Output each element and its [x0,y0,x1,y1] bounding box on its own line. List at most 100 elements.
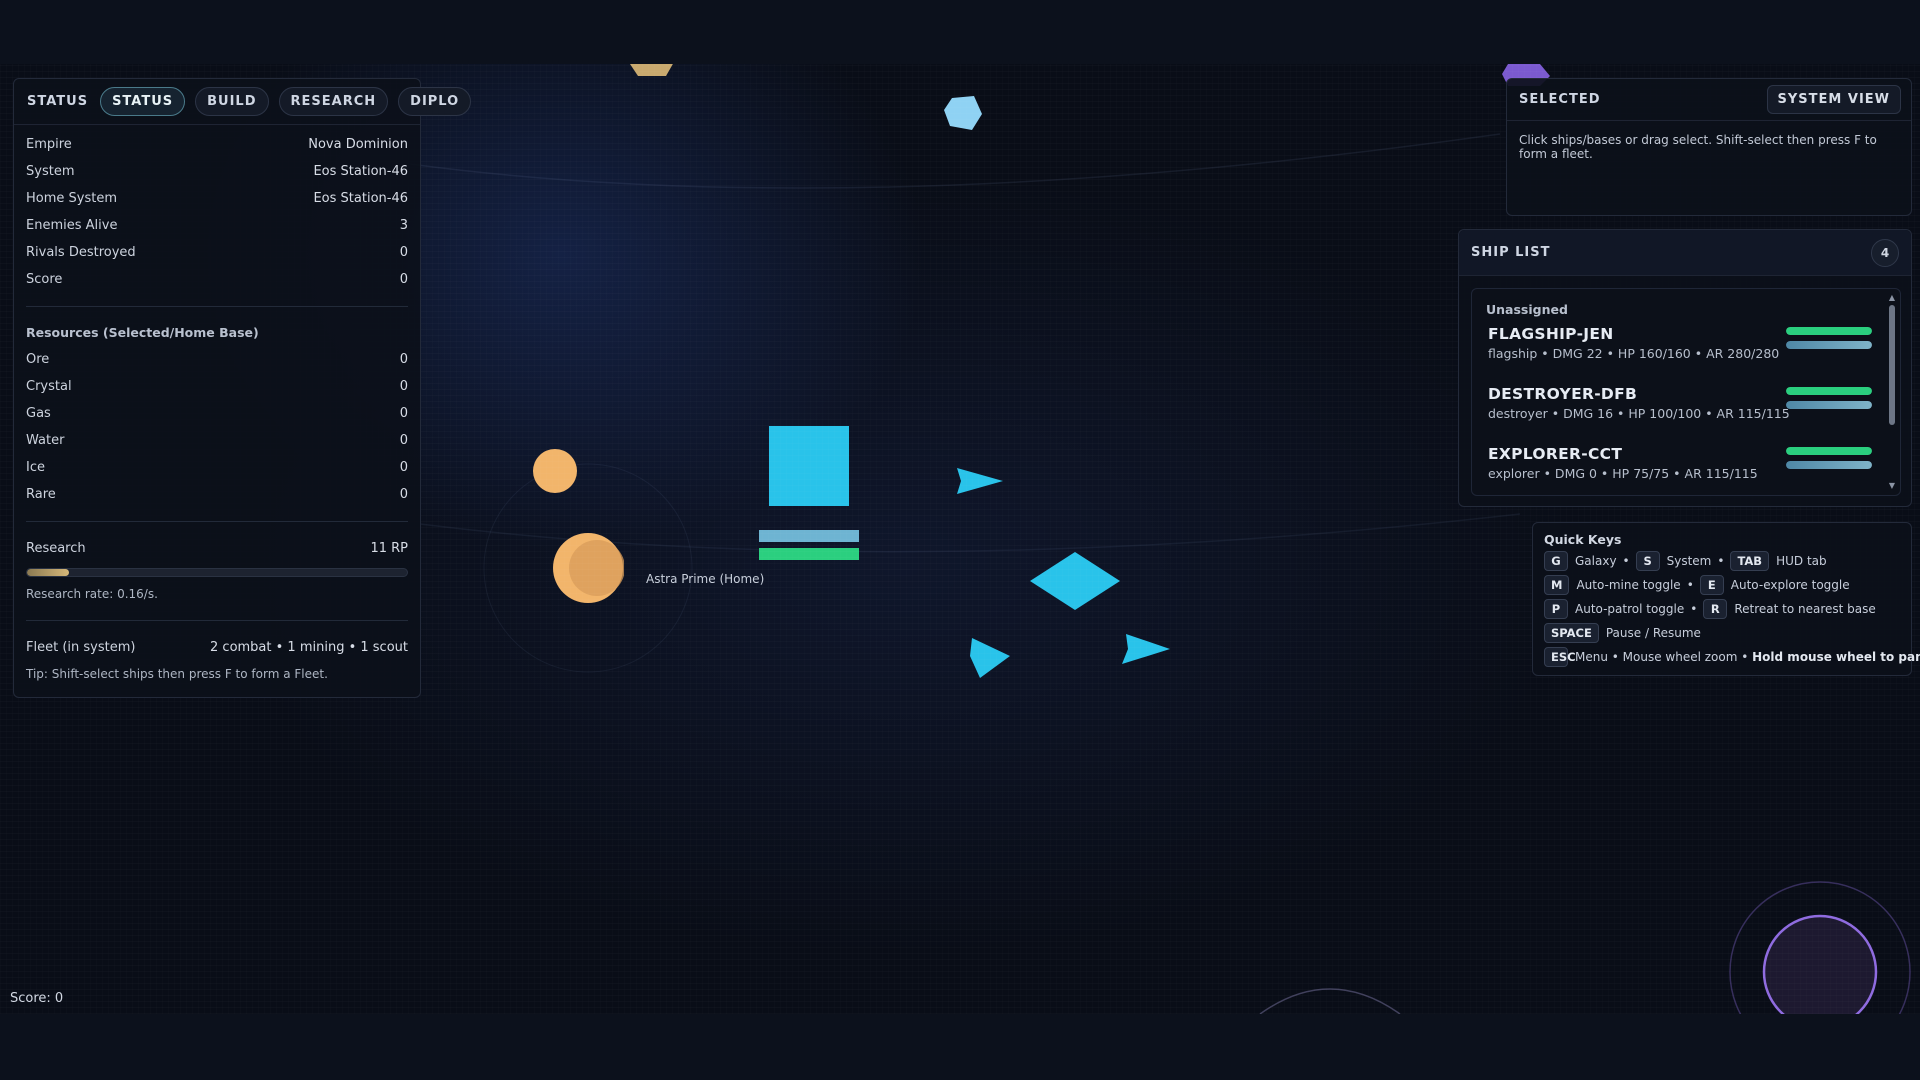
key-s: S [1635,551,1660,571]
ship-group-label: Unassigned [1486,302,1568,317]
ship-list-item[interactable]: EXPLORER-CCT explorer • DMG 0 • HP 75/75… [1472,443,1900,503]
key-desc: Auto-patrol toggle [1575,602,1685,616]
resource-row-ice: Ice 0 [14,454,420,481]
tab-research[interactable]: RESEARCH [278,87,389,116]
key-space: SPACE [1544,623,1599,643]
stat-value: 0 [399,272,408,287]
fleet-value: 2 combat • 1 mining • 1 scout [210,640,408,655]
stat-value: Eos Station-46 [313,191,408,206]
key-desc: HUD tab [1776,554,1827,568]
home-base-station[interactable] [768,425,850,511]
resource-label: Gas [26,406,51,421]
divider [26,620,408,621]
tab-build[interactable]: BUILD [195,87,269,116]
resource-value: 0 [399,487,408,502]
stat-value: Eos Station-46 [313,164,408,179]
ship-scout-arrow[interactable] [957,468,1003,498]
ship-armor-fill [1786,341,1872,349]
selected-title: SELECTED [1519,92,1601,107]
asteroid-gold[interactable] [630,64,674,84]
research-progress-bar [26,568,408,577]
resources-title: Resources (Selected/Home Base) [26,325,259,340]
ship-list-body[interactable]: Unassigned FLAGSHIP-JEN flagship • DMG 2… [1471,288,1901,496]
ship-list-item[interactable]: DESTROYER-DFB destroyer • DMG 16 • HP 10… [1472,383,1900,443]
key-esc: ESC [1544,647,1576,667]
resource-label: Water [26,433,65,448]
planet-label: Astra Prime (Home) [646,572,765,586]
status-panel: STATUS STATUS BUILD RESEARCH DIPLO Empir… [13,78,472,698]
tab-diplo[interactable]: DIPLO [398,87,472,116]
system-view-button[interactable]: SYSTEM VIEW [1766,85,1901,114]
ship-hp-bar [1786,387,1872,395]
resource-label: Ice [26,460,45,475]
quick-keys-row: M Auto-mine toggle • E Auto-explore toggl… [1544,573,1900,597]
resource-row-rare: Rare 0 [14,481,420,508]
sensor-ring [1259,988,1401,1014]
key-desc: Menu • Mouse wheel zoom • [1575,650,1749,664]
ship-hp-fill [1786,447,1872,455]
stat-row-empire: Empire Nova Dominion [14,131,420,158]
research-points: 11 RP [370,541,408,556]
stat-row-enemies-alive: Enemies Alive 3 [14,212,420,239]
stat-label: Score [26,272,63,287]
research-progress-fill [27,569,69,576]
base-armor-bar [759,527,859,546]
resource-value: 0 [399,460,408,475]
resource-label: Ore [26,352,50,367]
ship-destroyer-arrow[interactable] [1122,634,1170,668]
joystick-knob[interactable] [1762,914,1878,1014]
stat-row-rivals-destroyed: Rivals Destroyed 0 [14,239,420,266]
resource-value: 0 [399,433,408,448]
resource-row-ore: Ore 0 [14,346,420,373]
scroll-down-icon[interactable]: ▼ [1887,481,1897,491]
base-health-bar [759,545,859,564]
scroll-thumb[interactable] [1889,305,1895,425]
ship-count-badge: 4 [1871,238,1899,267]
stat-value: Nova Dominion [308,137,408,152]
stat-value: 3 [399,218,408,233]
ship-list-panel: SHIP LIST 4 Unassigned FLAGSHIP-JEN flag… [1458,229,1912,507]
resource-value: 0 [399,406,408,421]
ship-list-scrollbar[interactable]: ▲ ▼ [1887,293,1897,491]
stat-label: Empire [26,137,72,152]
stat-row-home-system: Home System Eos Station-46 [14,185,420,212]
quick-keys-row: ESC Menu • Mouse wheel zoom • Hold mouse… [1544,645,1920,669]
stat-row-system: System Eos Station-46 [14,158,420,185]
stat-value: 0 [399,245,408,260]
research-row: Research 11 RP [14,535,420,562]
home-planet[interactable] [552,532,625,608]
key-desc: Auto-mine toggle [1576,578,1681,592]
asteroid-blue[interactable] [944,96,982,136]
orbit-path [409,133,1501,189]
ship-hp-fill [1786,327,1872,335]
key-desc: Galaxy [1575,554,1617,568]
ship-hp-bar [1786,447,1872,455]
key-m: M [1544,575,1570,595]
ship-miner[interactable] [970,638,1010,682]
selected-panel: SELECTED SYSTEM VIEW Click ships/bases o… [1506,78,1912,216]
ship-armor-bar [1786,401,1872,409]
ship-list-item[interactable]: FLAGSHIP-JEN flagship • DMG 22 • HP 160/… [1472,323,1900,383]
resource-label: Rare [26,487,56,502]
key-g: G [1544,551,1568,571]
fleet-row: Fleet (in system) 2 combat • 1 mining • 1… [14,634,420,661]
quick-keys-title: Quick Keys [1544,532,1622,547]
ship-hp-bar [1786,327,1872,335]
ship-armor-fill [1786,461,1872,469]
key-desc-bold: Hold mouse wheel to pan [1752,650,1920,664]
research-label: Research [26,541,86,556]
key-e: E [1699,575,1724,595]
ship-flagship-diamond[interactable] [1030,552,1120,614]
selected-hint: Click ships/bases or drag select. Shift-… [1519,133,1877,161]
fleet-label: Fleet (in system) [26,640,136,655]
tab-status-label[interactable]: STATUS [25,88,90,115]
bottom-letterbox [0,1014,1920,1080]
moon-small[interactable] [532,448,578,498]
ship-armor-bar [1786,341,1872,349]
tab-status[interactable]: STATUS [100,87,186,116]
resource-label: Crystal [26,379,72,394]
key-desc: Auto-explore toggle [1730,578,1850,592]
key-p: P [1544,599,1568,619]
scroll-up-icon[interactable]: ▲ [1887,293,1897,303]
resource-row-water: Water 0 [14,427,420,454]
